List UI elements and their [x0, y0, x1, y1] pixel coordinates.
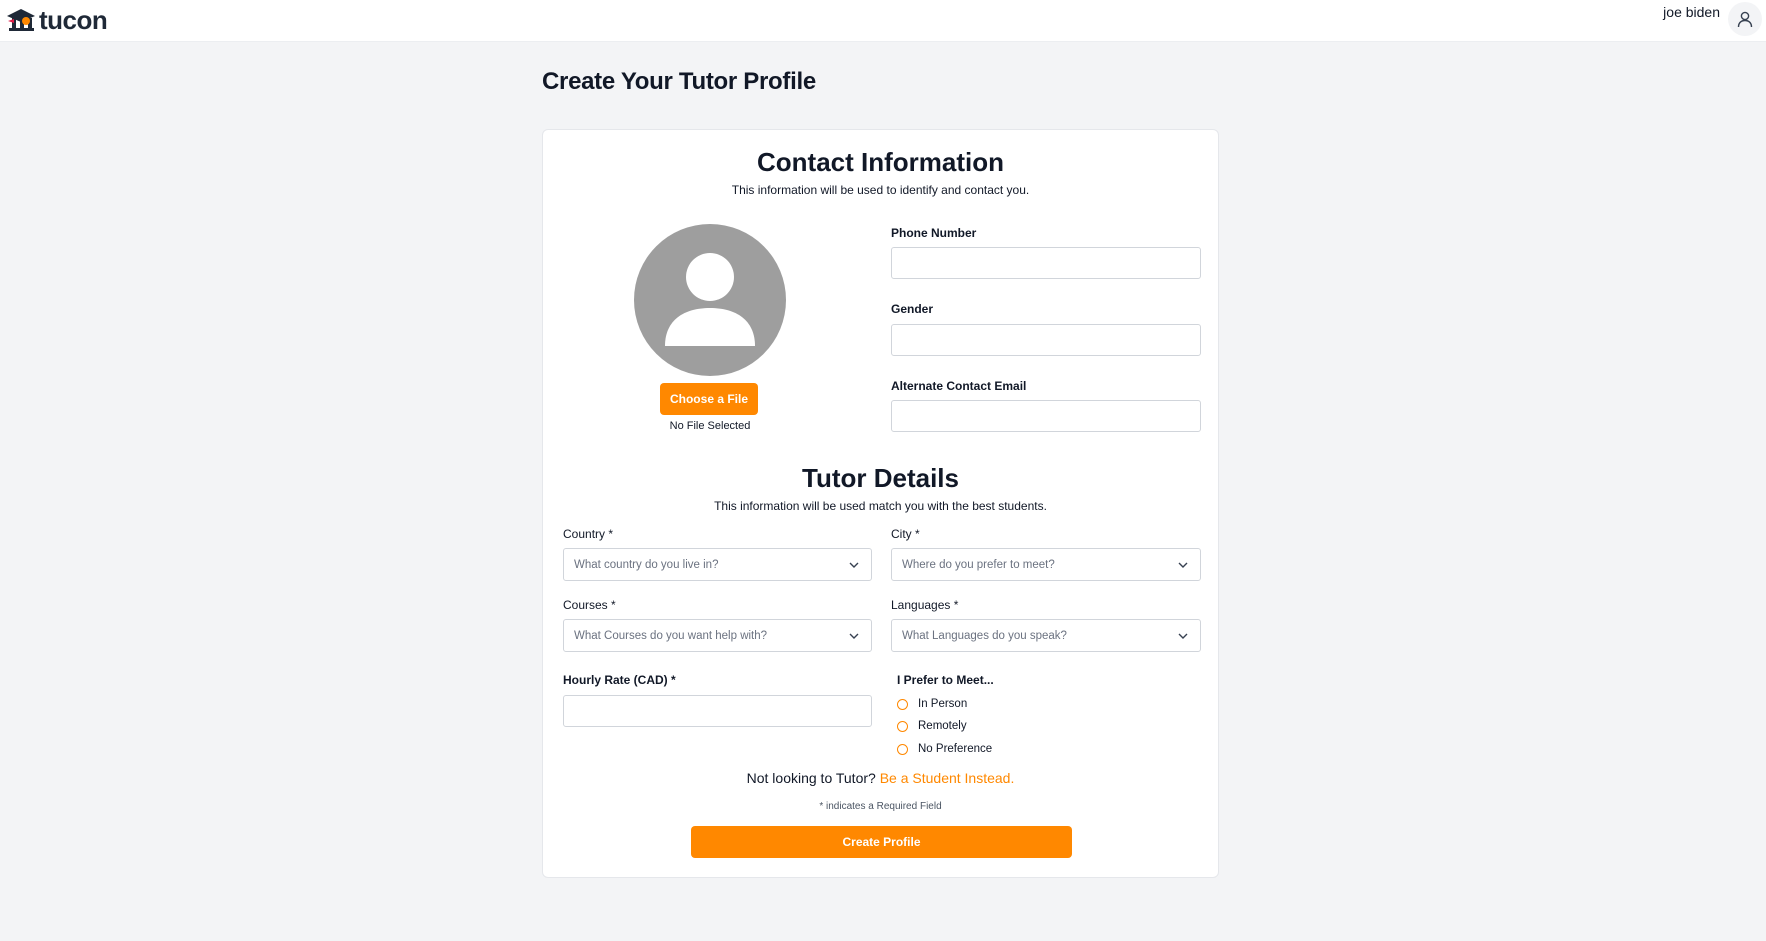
profile-form-card: Contact Information This information wil…	[542, 129, 1219, 878]
languages-placeholder: What Languages do you speak?	[902, 629, 1067, 642]
user-name[interactable]: joe biden	[1663, 4, 1720, 20]
hourly-rate-label: Hourly Rate (CAD) *	[563, 673, 676, 687]
chevron-down-icon	[1178, 630, 1190, 642]
chevron-down-icon	[1178, 559, 1190, 571]
file-status-text: No File Selected	[669, 420, 751, 432]
gender-label: Gender	[891, 302, 934, 316]
avatar-person-icon	[665, 253, 755, 346]
city-label: City *	[891, 527, 920, 541]
choose-file-button[interactable]: Choose a File	[660, 383, 758, 415]
courses-placeholder: What Courses do you want help with?	[574, 629, 768, 642]
contact-section-title: Contact Information	[757, 147, 1004, 177]
city-placeholder: Where do you prefer to meet?	[902, 558, 1055, 571]
user-icon[interactable]	[1728, 2, 1762, 36]
meet-option-no-preference[interactable]: No Preference	[897, 743, 992, 755]
meet-option-label: In Person	[918, 698, 968, 710]
languages-select[interactable]: What Languages do you speak?	[891, 619, 1201, 652]
radio-button[interactable]	[897, 698, 908, 710]
meet-option-remotely[interactable]: Remotely	[897, 720, 967, 732]
radio-button[interactable]	[897, 743, 908, 755]
chevron-down-icon	[849, 559, 861, 571]
meet-preference-label: I Prefer to Meet...	[897, 673, 994, 687]
alt-email-label: Alternate Contact Email	[891, 379, 1027, 393]
languages-label: Languages *	[891, 598, 959, 612]
chevron-down-icon	[849, 630, 861, 642]
switch-role-line: Not looking to Tutor? Be a Student Inste…	[543, 770, 1218, 786]
contact-section-subtitle: This information will be used to identif…	[731, 183, 1030, 197]
phone-input[interactable]	[891, 247, 1201, 279]
city-select[interactable]: Where do you prefer to meet?	[891, 548, 1201, 581]
be-student-link[interactable]: Be a Student Instead.	[880, 770, 1015, 786]
gender-input[interactable]	[891, 324, 1201, 356]
country-label: Country *	[563, 527, 614, 541]
hourly-rate-input[interactable]	[563, 695, 872, 727]
logo-icon	[7, 9, 35, 31]
create-profile-button[interactable]: Create Profile	[691, 826, 1072, 858]
radio-button[interactable]	[897, 720, 908, 732]
courses-label: Courses *	[563, 598, 616, 612]
meet-option-label: Remotely	[918, 720, 967, 732]
top-navbar: tucon joe biden	[0, 0, 1766, 42]
alt-email-input[interactable]	[891, 400, 1201, 432]
required-note: * indicates a Required Field	[819, 801, 942, 812]
phone-label: Phone Number	[891, 226, 977, 240]
country-placeholder: What country do you live in?	[574, 558, 719, 571]
tutor-section-title: Tutor Details	[802, 463, 959, 493]
brand-name: tucon	[39, 5, 108, 35]
page-title: Create Your Tutor Profile	[542, 68, 816, 95]
meet-option-label: No Preference	[918, 743, 993, 755]
brand-logo[interactable]: tucon	[6, 4, 108, 36]
meet-option-in-person[interactable]: In Person	[897, 698, 967, 710]
tutor-section-subtitle: This information will be used match you …	[714, 499, 1047, 513]
country-select[interactable]: What country do you live in?	[563, 548, 872, 581]
avatar-placeholder	[634, 224, 786, 376]
switch-role-text: Not looking to Tutor?	[746, 770, 876, 786]
courses-select[interactable]: What Courses do you want help with?	[563, 619, 872, 652]
